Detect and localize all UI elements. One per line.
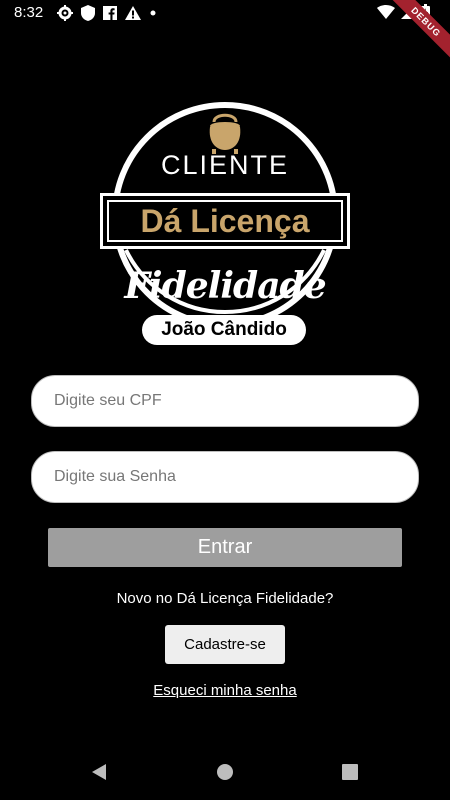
recents-icon[interactable]: [340, 762, 360, 787]
warning-icon: [125, 5, 142, 20]
logo-cliente-text: CLIENTE: [160, 150, 290, 180]
login-button[interactable]: Entrar: [48, 528, 402, 567]
password-input[interactable]: [31, 451, 419, 503]
signup-prompt: Novo no Dá Licença Fidelidade?: [116, 590, 334, 607]
facebook-icon: [103, 5, 118, 20]
forgot-password-link[interactable]: Esqueci minha senha: [0, 682, 450, 699]
home-icon[interactable]: [215, 762, 235, 787]
logo-fidelidade-text: Fidelidade: [124, 265, 326, 307]
dot-icon: [149, 9, 157, 17]
logo-location-pill: João Cândido: [142, 315, 306, 345]
back-icon[interactable]: [89, 762, 109, 787]
cpf-input[interactable]: [31, 375, 419, 427]
cauldron-icon: [209, 113, 241, 154]
status-bar: 8:32: [0, 0, 450, 26]
app-logo: CLIENTE Dá Licença Fidelidade João Cândi…: [96, 100, 354, 350]
signup-button[interactable]: Cadastre-se: [165, 625, 285, 664]
status-time: 8:32: [14, 4, 44, 21]
gear-icon: [57, 4, 74, 21]
login-screen: 8:32 DEBUG CLIENTE Dá Licença Fidelidade…: [0, 0, 450, 800]
navigation-bar: [0, 748, 450, 800]
shield-icon: [81, 4, 96, 21]
logo-banner-text: Dá Licença: [107, 200, 343, 242]
wifi-icon: [377, 5, 395, 19]
logo-banner: Dá Licença: [100, 193, 350, 249]
